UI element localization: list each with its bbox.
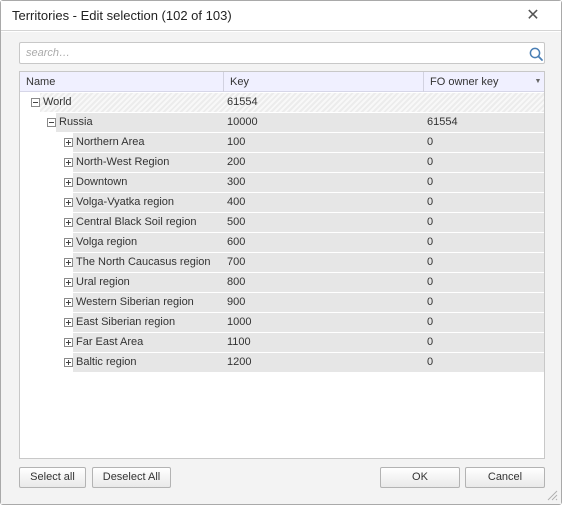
row-key: 200: [227, 156, 246, 168]
row-name: Far East Area: [76, 336, 144, 348]
tree-row[interactable]: Downtown 300 0: [20, 173, 544, 192]
tree-row[interactable]: East Siberian region 1000 0: [20, 313, 544, 332]
row-key: 400: [227, 196, 246, 208]
tree-row[interactable]: Ural region 800 0: [20, 273, 544, 292]
row-key: 600: [227, 236, 246, 248]
row-fo-owner-key: 0: [427, 276, 434, 288]
row-selection-highlight: [73, 173, 544, 192]
tree-row[interactable]: Western Siberian region 900 0: [20, 293, 544, 312]
row-key: 10000: [227, 116, 258, 128]
row-fo-owner-key: 0: [427, 176, 434, 188]
row-key: 500: [227, 216, 246, 228]
tree-row[interactable]: Volga region 600 0: [20, 233, 544, 252]
search-icon[interactable]: [528, 46, 544, 62]
row-key: 900: [227, 296, 246, 308]
row-fo-owner-key: 0: [427, 356, 434, 368]
row-selection-highlight: [40, 93, 544, 112]
row-selection-highlight: [73, 273, 544, 292]
row-name: Western Siberian region: [76, 296, 194, 308]
row-name: North-West Region: [76, 156, 170, 168]
row-selection-highlight: [73, 233, 544, 252]
row-name: Downtown: [76, 176, 128, 188]
column-header-fo-owner-key[interactable]: FO owner key: [423, 72, 532, 92]
row-name: Central Black Soil region: [76, 216, 197, 228]
row-fo-owner-key: 0: [427, 236, 434, 248]
expand-icon[interactable]: [64, 358, 73, 367]
tree-row[interactable]: Far East Area 1100 0: [20, 333, 544, 352]
column-header-name[interactable]: Name: [20, 72, 223, 92]
tree-row[interactable]: Northern Area 100 0: [20, 133, 544, 152]
expand-icon[interactable]: [64, 298, 73, 307]
tree-row[interactable]: Baltic region 1200 0: [20, 353, 544, 372]
row-selection-highlight: [56, 113, 544, 132]
dialog-titlebar[interactable]: Territories - Edit selection (102 of 103…: [1, 1, 561, 31]
dialog-body: Name Key FO owner key ▼ World61554Russia…: [1, 32, 561, 504]
column-menu-chevron-down-icon[interactable]: ▼: [532, 72, 544, 92]
close-icon[interactable]: ✕: [523, 6, 543, 26]
collapse-icon[interactable]: [47, 118, 56, 127]
expand-icon[interactable]: [64, 258, 73, 267]
row-fo-owner-key: 61554: [427, 116, 458, 128]
row-name: Baltic region: [76, 356, 137, 368]
row-key: 61554: [227, 96, 258, 108]
expand-icon[interactable]: [64, 158, 73, 167]
deselect-all-button[interactable]: Deselect All: [92, 467, 171, 488]
tree-row[interactable]: Volga-Vyatka region 400 0: [20, 193, 544, 212]
row-name: Northern Area: [76, 136, 145, 148]
expand-icon[interactable]: [64, 318, 73, 327]
expand-icon[interactable]: [64, 338, 73, 347]
row-fo-owner-key: 0: [427, 316, 434, 328]
search-input[interactable]: [24, 45, 522, 61]
row-name: Volga-Vyatka region: [76, 196, 175, 208]
grid-header: Name Key FO owner key ▼: [20, 72, 544, 92]
select-all-button[interactable]: Select all: [19, 467, 86, 488]
row-fo-owner-key: 0: [427, 156, 434, 168]
row-key: 300: [227, 176, 246, 188]
expand-icon[interactable]: [64, 218, 73, 227]
row-key: 1000: [227, 316, 252, 328]
expand-icon[interactable]: [64, 138, 73, 147]
row-key: 100: [227, 136, 246, 148]
edit-selection-dialog: Territories - Edit selection (102 of 103…: [0, 0, 562, 505]
row-selection-highlight: [73, 353, 544, 372]
row-key: 1100: [227, 336, 251, 348]
row-selection-highlight: [73, 333, 544, 352]
row-name: Ural region: [76, 276, 130, 288]
row-name: East Siberian region: [76, 316, 176, 328]
row-fo-owner-key: 0: [427, 296, 434, 308]
cancel-button[interactable]: Cancel: [465, 467, 545, 488]
row-name: Russia: [59, 116, 93, 128]
row-fo-owner-key: 0: [427, 136, 434, 148]
expand-icon[interactable]: [64, 278, 73, 287]
row-fo-owner-key: 0: [427, 196, 434, 208]
row-key: 700: [227, 256, 246, 268]
row-name: Volga region: [76, 236, 138, 248]
row-key: 800: [227, 276, 246, 288]
column-header-key[interactable]: Key: [223, 72, 423, 92]
collapse-icon[interactable]: [31, 98, 40, 107]
resize-grip-icon[interactable]: [546, 489, 558, 501]
row-fo-owner-key: 0: [427, 216, 434, 228]
territories-tree-grid[interactable]: Name Key FO owner key ▼ World 61554 Russia…: [19, 71, 545, 459]
row-name: World: [43, 96, 72, 108]
tree-row[interactable]: The North Caucasus region 700 0: [20, 253, 544, 272]
expand-icon[interactable]: [64, 198, 73, 207]
ok-button[interactable]: OK: [380, 467, 460, 488]
search-box[interactable]: [19, 42, 545, 64]
row-key: 1200: [227, 356, 252, 368]
tree-row[interactable]: World 61554: [20, 93, 544, 112]
dialog-title: Territories - Edit selection (102 of 103…: [12, 8, 232, 23]
expand-icon[interactable]: [64, 238, 73, 247]
row-fo-owner-key: 0: [427, 256, 434, 268]
row-name: The North Caucasus region: [76, 256, 211, 268]
row-fo-owner-key: 0: [427, 336, 434, 348]
tree-row[interactable]: Central Black Soil region 500 0: [20, 213, 544, 232]
tree-row[interactable]: Russia 10000 61554: [20, 113, 544, 132]
expand-icon[interactable]: [64, 178, 73, 187]
tree-row[interactable]: North-West Region 200 0: [20, 153, 544, 172]
